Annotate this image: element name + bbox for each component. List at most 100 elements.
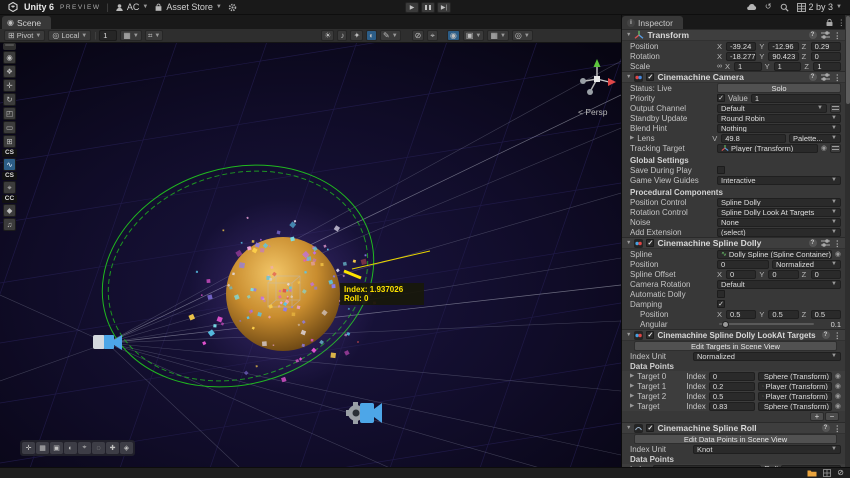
- asset-bundle-icon[interactable]: [807, 469, 817, 477]
- blend-hint-dropdown[interactable]: Nothing ▼: [717, 123, 841, 133]
- measure-tool-button[interactable]: ⌖: [427, 30, 438, 41]
- rect-tool-button[interactable]: ▭: [3, 121, 16, 134]
- target-object-field[interactable]: Sphere (Transform): [757, 401, 832, 411]
- inspector-scrollbar[interactable]: [845, 15, 850, 467]
- target-object-field[interactable]: Player (Transform): [757, 381, 832, 391]
- effects-toggle[interactable]: ✦: [350, 30, 364, 41]
- spline-roll-tool-button[interactable]: ⌖: [3, 181, 16, 194]
- tracking-preset-button[interactable]: [830, 143, 841, 153]
- scrollbar-thumb[interactable]: [845, 16, 850, 104]
- rotation-control-dropdown[interactable]: Spline Dolly Look At Targets ▼: [717, 207, 841, 217]
- collab-status-icon[interactable]: ⊘: [837, 469, 844, 477]
- foldout-icon[interactable]: ▼: [626, 32, 631, 38]
- damping-x-field[interactable]: 0.5: [726, 309, 757, 319]
- pause-button[interactable]: [421, 2, 435, 13]
- progress-grid-icon[interactable]: [823, 469, 832, 477]
- damping-checkbox[interactable]: [717, 300, 725, 308]
- target-index-field[interactable]: 0.5: [708, 391, 755, 401]
- transform-header[interactable]: ▼ Transform ? ⋮: [622, 29, 845, 41]
- lookat-target-row[interactable]: ▶ Target 2 Index 0.5 Player (Transform) …: [622, 391, 845, 401]
- audio-listener-tool-button[interactable]: ♫: [3, 218, 16, 231]
- lighting-toggle[interactable]: ☀: [321, 30, 335, 41]
- foldout-icon[interactable]: ▶: [630, 383, 634, 389]
- component-menu-icon[interactable]: ⋮: [834, 331, 842, 340]
- component-enabled-checkbox[interactable]: [646, 424, 655, 432]
- output-channel-dropdown[interactable]: Default ▼: [717, 103, 827, 113]
- presets-icon[interactable]: [820, 31, 830, 39]
- link-scale-icon[interactable]: ∞: [717, 63, 722, 70]
- projection-mode-label[interactable]: < Persp: [578, 107, 608, 117]
- lens-preset-dropdown[interactable]: Palette... ▼: [789, 133, 841, 143]
- component-menu-icon[interactable]: ⋮: [834, 73, 842, 82]
- position-x-field[interactable]: -39.24: [726, 41, 757, 51]
- object-picker-icon[interactable]: ◉: [835, 250, 841, 258]
- target-overlay-button[interactable]: ⌖: [78, 442, 91, 454]
- move-overlay-button[interactable]: ✛: [22, 442, 35, 454]
- target-object-field[interactable]: Player (Transform): [757, 391, 832, 401]
- settings-button[interactable]: [228, 3, 237, 12]
- account-menu[interactable]: AC ▼: [115, 2, 148, 12]
- damping-z-field[interactable]: 0.5: [810, 309, 841, 319]
- lens-fov-field[interactable]: 49.8: [721, 133, 786, 143]
- layers-dropdown[interactable]: ▦ ▼: [487, 30, 509, 41]
- planet-sphere[interactable]: [226, 237, 340, 351]
- edit-data-points-button[interactable]: Edit Data Points in Scene View: [634, 434, 837, 444]
- slider-thumb[interactable]: [721, 320, 729, 328]
- position-units-dropdown[interactable]: Normalized ▼: [772, 259, 841, 269]
- foldout-icon[interactable]: ▼: [626, 240, 631, 246]
- rotation-z-field[interactable]: 0: [810, 51, 841, 61]
- scene-viewport[interactable]: Index: 1.937026 Roll: 0 < Persp ══ ◉ ❖ ✛…: [0, 43, 621, 467]
- cloud-services-button[interactable]: [746, 3, 757, 11]
- lookat-index-unit-dropdown[interactable]: Normalized ▼: [693, 351, 841, 361]
- search-overlay-button[interactable]: ◌: [92, 442, 105, 454]
- spline-dolly-header[interactable]: ▼ Cinemachine Spline Dolly ? ⋮: [622, 237, 845, 249]
- camera-rotation-dropdown[interactable]: Default ▼: [717, 279, 841, 289]
- solo-button[interactable]: Solo: [717, 83, 841, 93]
- priority-enabled-checkbox[interactable]: [717, 94, 725, 102]
- cinemachine-camera-header[interactable]: ▼ Cinemachine Camera ? ⋮: [622, 71, 845, 83]
- roll-index-unit-dropdown[interactable]: Knot ▼: [693, 444, 841, 454]
- component-enabled-checkbox[interactable]: [646, 73, 655, 81]
- scale-x-field[interactable]: 1: [734, 61, 762, 71]
- rotate-tool-button[interactable]: ↻: [3, 93, 16, 106]
- edit-targets-button[interactable]: Edit Targets in Scene View: [634, 341, 837, 351]
- overlay-grip-handle[interactable]: ══: [3, 43, 16, 50]
- foldout-icon[interactable]: ▶: [630, 135, 634, 141]
- lookat-targets-header[interactable]: ▼ Cinemachine Spline Dolly LookAt Target…: [622, 329, 845, 341]
- tab-inspector[interactable]: i Inspector: [622, 16, 683, 29]
- component-menu-icon[interactable]: ⋮: [834, 31, 842, 40]
- grid-size-field[interactable]: 1: [99, 30, 118, 41]
- noise-dropdown[interactable]: None ▼: [717, 217, 841, 227]
- spline-roll-header[interactable]: ▼ Cinemachine Spline Roll ? ⋮: [622, 422, 845, 434]
- standby-update-dropdown[interactable]: Round Robin ▼: [717, 113, 841, 123]
- add-extension-dropdown[interactable]: (select) ▼: [717, 227, 841, 237]
- target-index-field[interactable]: 0.2: [708, 381, 755, 391]
- offset-y-field[interactable]: 0: [768, 269, 799, 279]
- camera-tool-button[interactable]: ◆: [3, 204, 16, 217]
- help-icon[interactable]: ?: [821, 424, 830, 432]
- transform-tool-button[interactable]: ⊞: [3, 135, 16, 148]
- foldout-icon[interactable]: ▼: [626, 74, 631, 80]
- undo-history-button[interactable]: ↺: [765, 3, 772, 11]
- object-picker-icon[interactable]: ◉: [835, 402, 841, 410]
- move-tool-button[interactable]: ✛: [3, 79, 16, 92]
- asset-store-menu[interactable]: Asset Store ▼: [154, 2, 222, 12]
- help-icon[interactable]: ?: [808, 31, 817, 39]
- automatic-dolly-checkbox[interactable]: [717, 290, 725, 298]
- rotation-x-field[interactable]: -18.277: [726, 51, 757, 61]
- help-icon[interactable]: ?: [808, 73, 817, 81]
- grid-overlay-button[interactable]: ▦: [36, 442, 49, 454]
- roll-data-point-row[interactable]: Index 1.937026 Roll 0: [622, 464, 845, 467]
- audio-toggle[interactable]: ♪: [337, 30, 348, 41]
- shading-overlay-button[interactable]: ◐: [64, 442, 77, 454]
- damping-y-field[interactable]: 0.5: [768, 309, 799, 319]
- object-picker-icon[interactable]: ◉: [821, 144, 827, 152]
- spline-position-field[interactable]: 0: [717, 259, 769, 269]
- scene-visibility-toggle[interactable]: ◉: [446, 30, 460, 41]
- step-button[interactable]: ▶|: [437, 2, 451, 13]
- foldout-icon[interactable]: ▶: [630, 393, 634, 399]
- hand-tool-button[interactable]: ❖: [3, 65, 16, 78]
- inspector-menu-icon[interactable]: ⋮: [838, 18, 846, 27]
- component-menu-icon[interactable]: ⋮: [834, 424, 842, 433]
- foldout-icon[interactable]: ▼: [626, 425, 631, 431]
